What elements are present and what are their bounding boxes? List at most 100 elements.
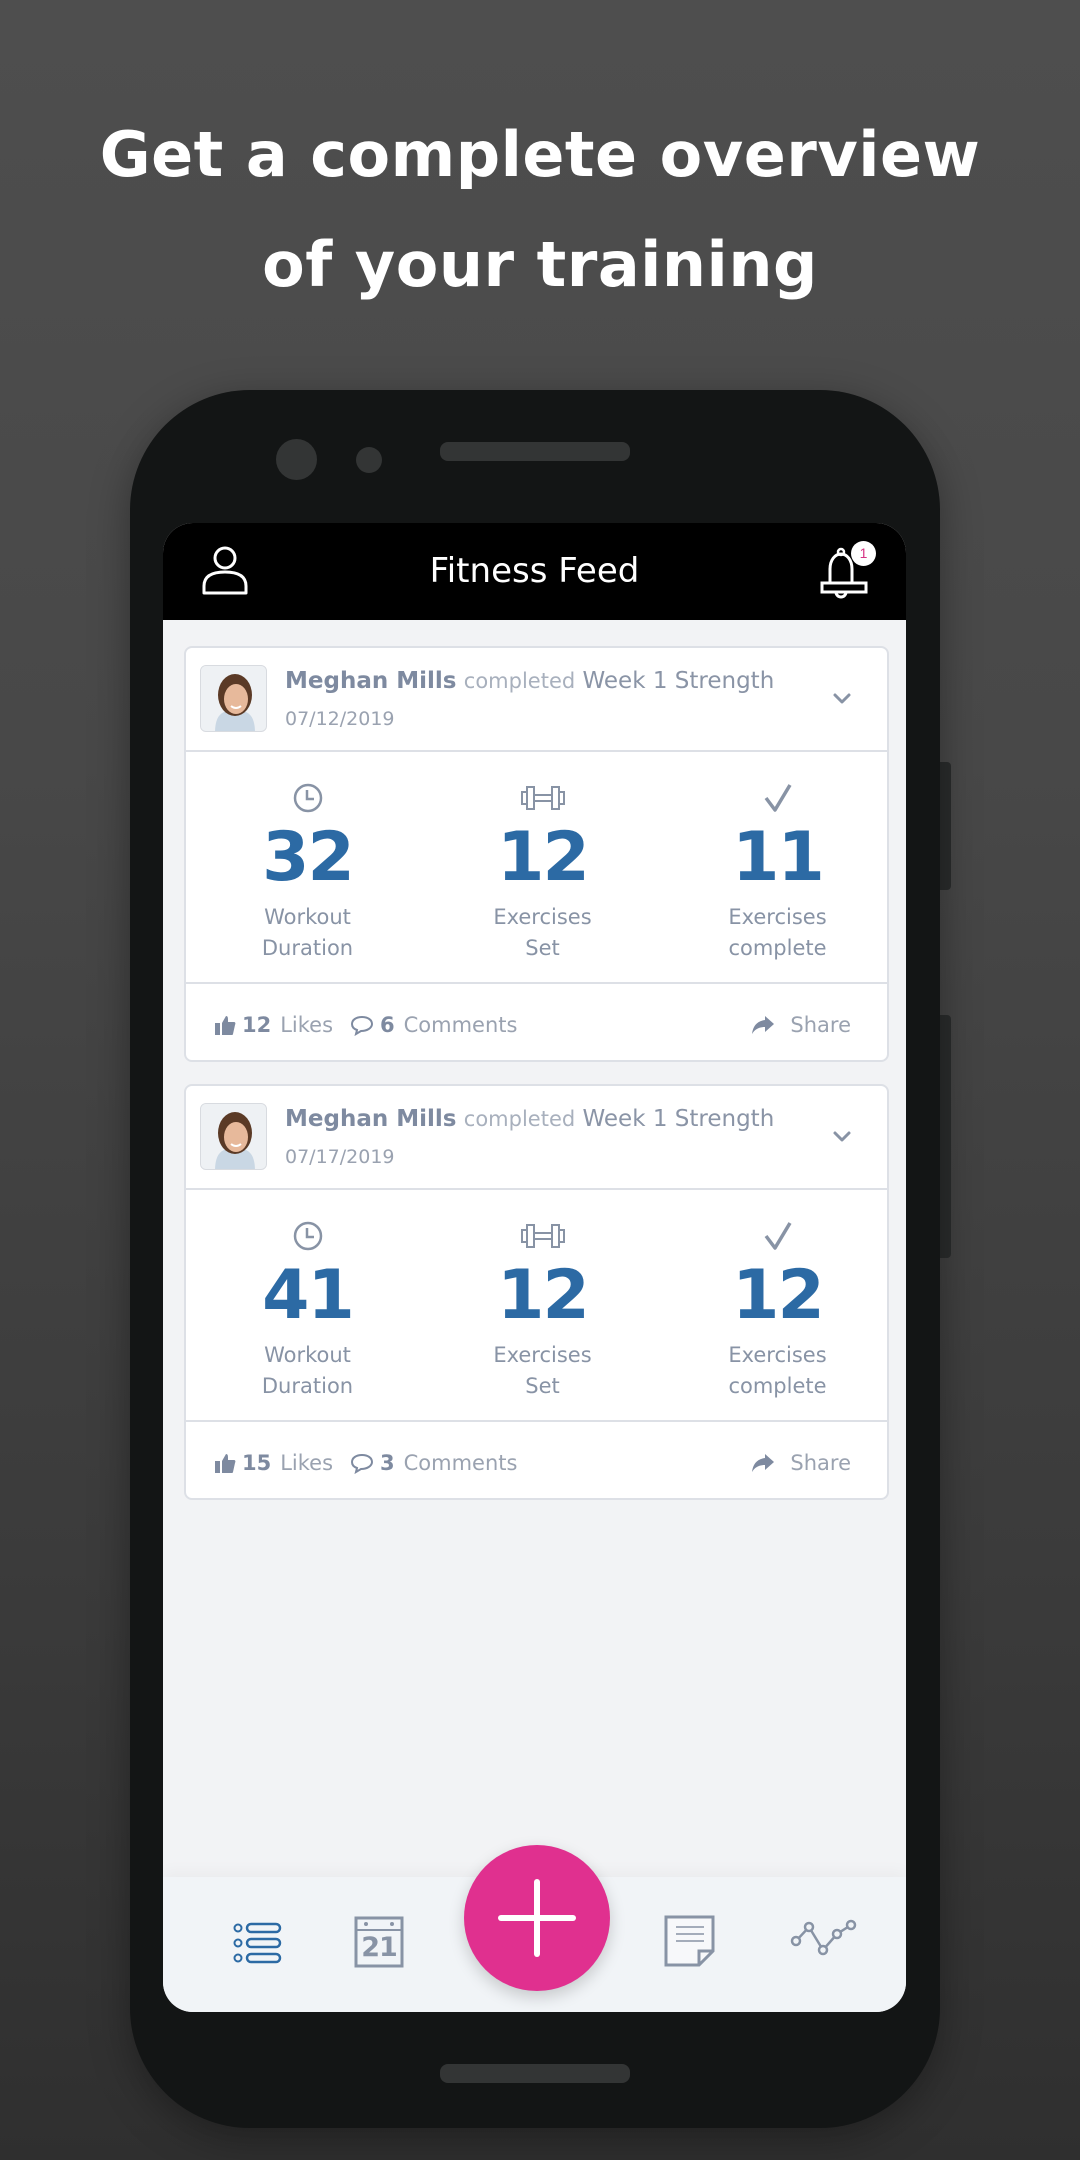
- user-name[interactable]: Meghan Mills: [285, 1106, 456, 1132]
- stat-label: Exercises complete: [660, 902, 895, 964]
- stat-label-line1: Exercises: [493, 905, 592, 929]
- stat-label-line1: Exercises: [728, 1343, 827, 1367]
- share-icon: [752, 1454, 775, 1472]
- stat-label-line1: Exercises: [728, 905, 827, 929]
- check-icon: [764, 1222, 792, 1250]
- activity-headline: Meghan Mills completed Week 1 Strength: [285, 1106, 774, 1132]
- activity-verb: completed: [463, 1107, 576, 1131]
- stat-label-line1: Workout: [264, 905, 351, 929]
- comments-button[interactable]: 6 Comments: [350, 1010, 517, 1040]
- clock-icon: [293, 1221, 322, 1251]
- phone-side-button-lower: [940, 1015, 951, 1258]
- likes-label: Likes: [280, 1451, 334, 1475]
- card-header: Meghan Mills completed Week 1 Strength 0…: [186, 1086, 887, 1190]
- stat-value: 12: [497, 1256, 590, 1335]
- chevron-down-icon: [833, 1131, 851, 1142]
- stat-exercises-complete: 11 Exercises complete: [660, 752, 895, 984]
- phone-bottom-bar: [440, 2064, 630, 2083]
- likes-button[interactable]: 15 Likes: [214, 1448, 333, 1478]
- notification-badge: 1: [851, 541, 876, 566]
- thumbs-up-icon: [215, 1454, 236, 1473]
- feed-card: Meghan Mills completed Week 1 Strength 0…: [184, 646, 889, 1062]
- stat-label-line2: Set: [525, 1374, 560, 1398]
- activity-headline: Meghan Mills completed Week 1 Strength: [285, 668, 774, 694]
- likes-button[interactable]: 12 Likes: [214, 1010, 333, 1040]
- expand-button[interactable]: [829, 1124, 855, 1150]
- stat-exercises-set: 12 Exercises Set: [425, 752, 660, 984]
- stat-label-line2: complete: [728, 1374, 827, 1398]
- avatar[interactable]: [200, 1103, 267, 1170]
- stat-label: Exercises Set: [425, 1340, 660, 1402]
- activity-date: 07/12/2019: [285, 708, 395, 730]
- app-bar: Fitness Feed 1: [163, 523, 906, 620]
- stat-label: Exercises complete: [660, 1340, 895, 1402]
- notes-icon: [664, 1915, 715, 1967]
- stat-label: Exercises Set: [425, 902, 660, 964]
- activity-verb: completed: [463, 669, 576, 693]
- nav-notes[interactable]: [664, 1915, 716, 1967]
- chevron-down-icon: [833, 693, 851, 704]
- nav-progress[interactable]: [790, 1919, 860, 1959]
- stat-label-line2: complete: [728, 936, 827, 960]
- comments-count: 6: [380, 1013, 395, 1037]
- list-icon: [233, 1922, 282, 1964]
- stat-value: 41: [262, 1256, 355, 1335]
- stat-label-line1: Exercises: [493, 1343, 592, 1367]
- comments-button[interactable]: 3 Comments: [350, 1448, 517, 1478]
- workout-name[interactable]: Week 1 Strength: [583, 668, 775, 694]
- share-label: Share: [790, 1013, 851, 1037]
- nav-feed[interactable]: [233, 1921, 283, 1965]
- notifications-button[interactable]: 1: [814, 541, 876, 603]
- stat-value: 11: [732, 818, 825, 897]
- comments-label: Comments: [403, 1013, 518, 1037]
- promo-line-1: Get a complete overview: [99, 118, 981, 191]
- user-name[interactable]: Meghan Mills: [285, 668, 456, 694]
- stat-duration: 32 Workout Duration: [190, 752, 425, 984]
- workout-stats: 32 Workout Duration 12 Exercises Set 11 …: [186, 752, 887, 984]
- share-label: Share: [790, 1451, 851, 1475]
- stat-label: Workout Duration: [190, 1340, 425, 1402]
- likes-count: 15: [242, 1451, 272, 1475]
- nav-calendar[interactable]: 21: [354, 1916, 404, 1968]
- progress-chart-icon: [790, 1919, 857, 1956]
- avatar-photo: [201, 1104, 266, 1169]
- share-icon: [752, 1016, 775, 1034]
- card-footer: 12 Likes 6 Comments Share: [186, 986, 887, 1062]
- stat-label: Workout Duration: [190, 902, 425, 964]
- stat-label-line1: Workout: [264, 1343, 351, 1367]
- avatar[interactable]: [200, 665, 267, 732]
- workout-stats: 41 Workout Duration 12 Exercises Set 12 …: [186, 1190, 887, 1422]
- add-icon: [498, 1879, 576, 1957]
- phone-camera: [276, 439, 317, 480]
- clock-icon: [293, 783, 322, 813]
- stat-value: 12: [732, 1256, 825, 1335]
- stat-duration: 41 Workout Duration: [190, 1190, 425, 1422]
- check-icon: [764, 784, 792, 812]
- comments-count: 3: [380, 1451, 395, 1475]
- phone-side-button-upper: [940, 762, 951, 890]
- thumbs-up-icon: [215, 1016, 236, 1035]
- stat-label-line2: Duration: [261, 1374, 354, 1398]
- share-button[interactable]: Share: [750, 1448, 851, 1478]
- comment-icon: [350, 1015, 374, 1036]
- activity-date: 07/17/2019: [285, 1146, 395, 1168]
- stat-value: 32: [262, 818, 355, 897]
- stat-exercises-set: 12 Exercises Set: [425, 1190, 660, 1422]
- promo-line-2: of your training: [262, 228, 818, 301]
- expand-button[interactable]: [829, 686, 855, 712]
- page-title: Fitness Feed: [429, 551, 640, 591]
- feed-card: Meghan Mills completed Week 1 Strength 0…: [184, 1084, 889, 1500]
- likes-count: 12: [242, 1013, 272, 1037]
- stat-label-line2: Duration: [261, 936, 354, 960]
- add-workout-button[interactable]: [464, 1845, 610, 1991]
- share-button[interactable]: Share: [750, 1010, 851, 1040]
- workout-name[interactable]: Week 1 Strength: [583, 1106, 775, 1132]
- stat-value: 12: [497, 818, 590, 897]
- comments-label: Comments: [403, 1451, 518, 1475]
- avatar-photo: [201, 666, 266, 731]
- card-footer: 15 Likes 3 Comments Share: [186, 1424, 887, 1500]
- likes-label: Likes: [280, 1013, 334, 1037]
- dumbbell-icon: [520, 1224, 565, 1248]
- calendar-day: 21: [361, 1932, 398, 1963]
- promo-headline: Get a complete overview of your training: [0, 100, 1080, 320]
